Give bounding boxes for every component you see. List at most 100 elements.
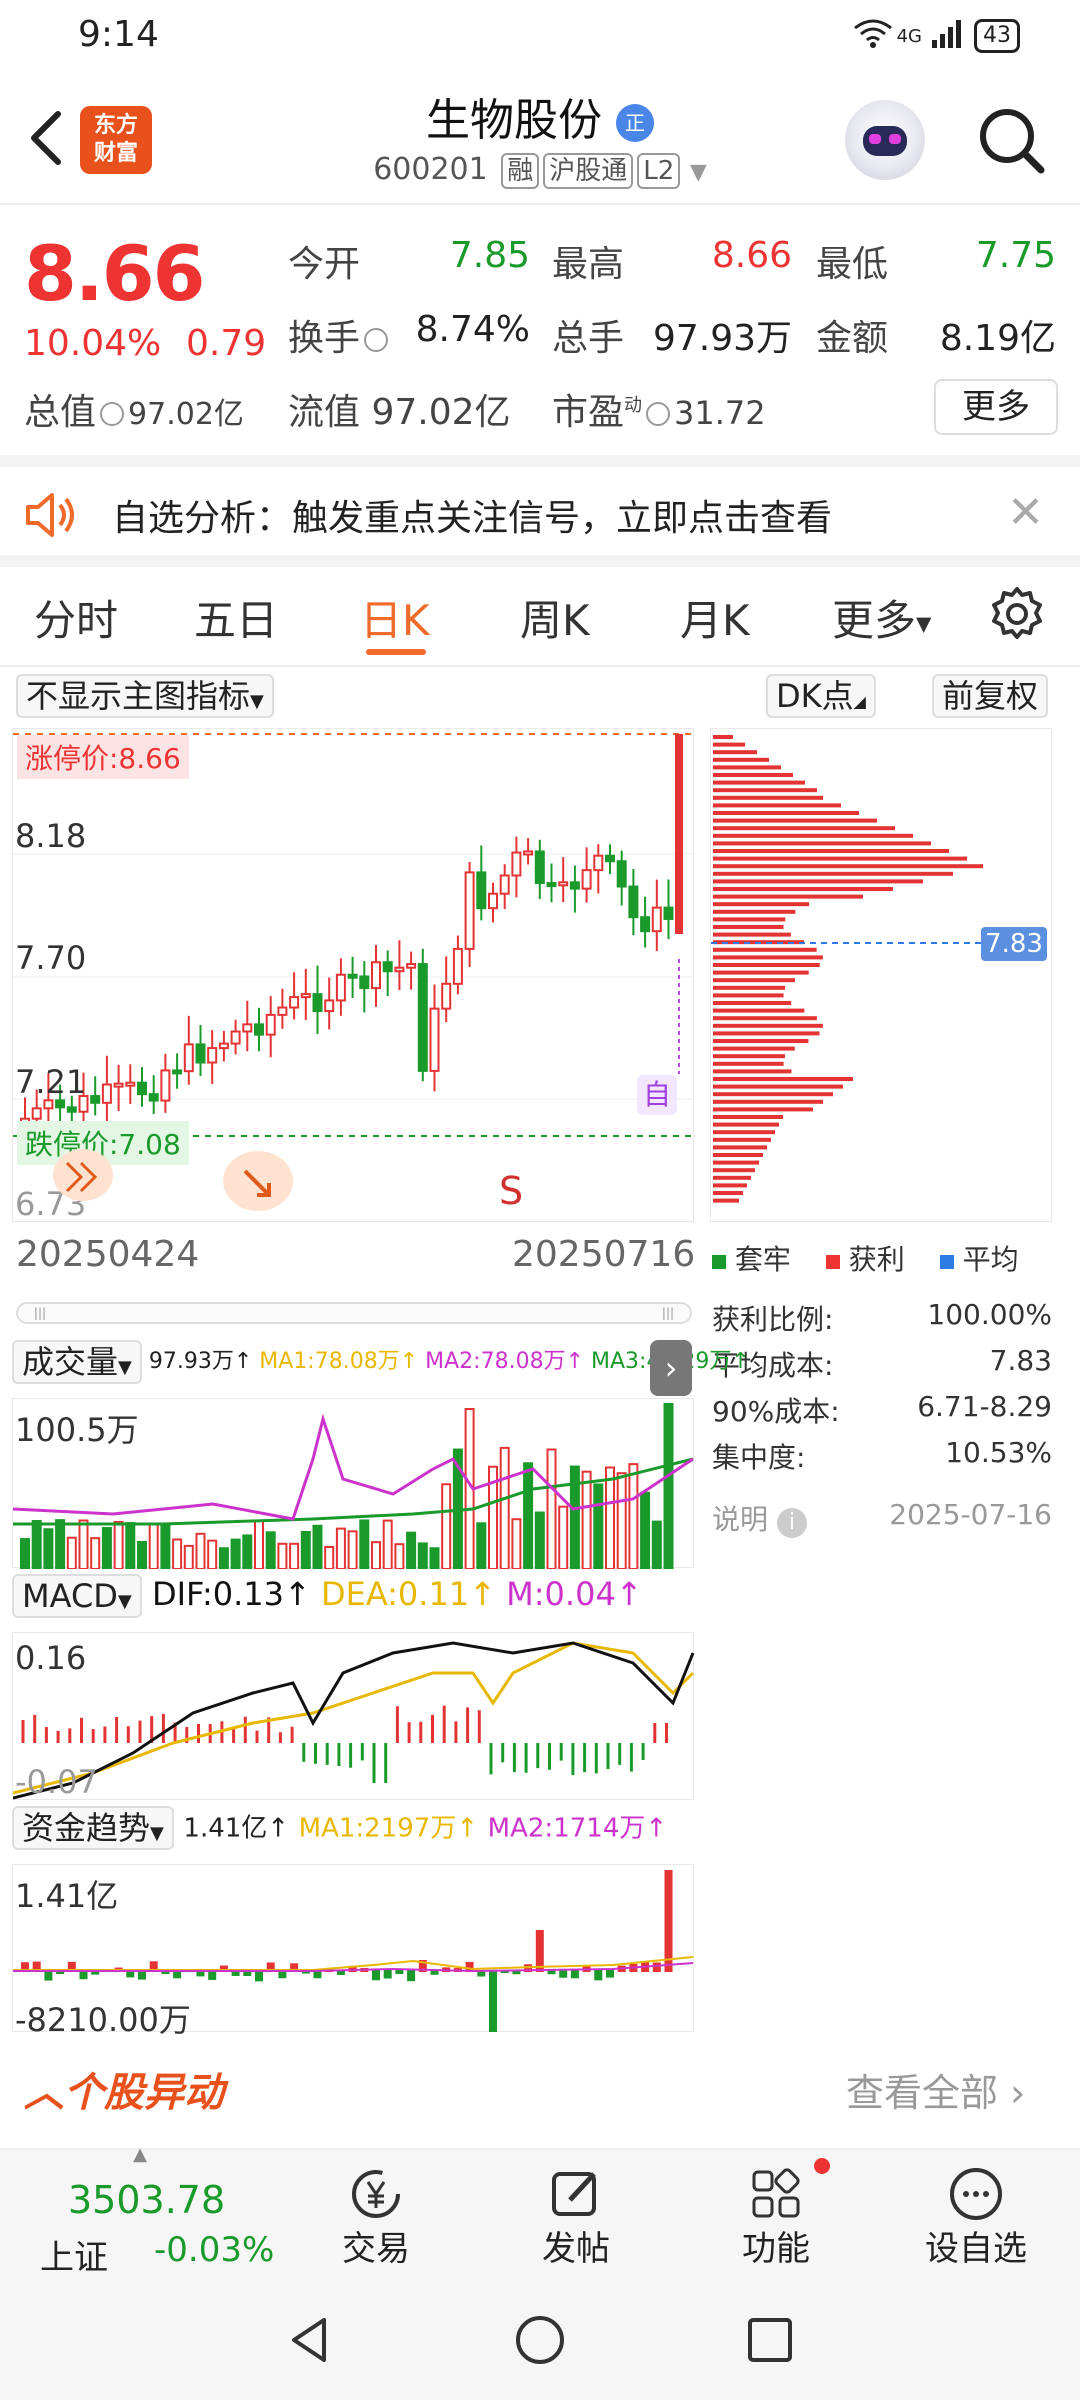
buy-marker[interactable]	[223, 1151, 293, 1211]
volume-bar	[499, 1446, 510, 1570]
candle-body	[172, 1069, 183, 1075]
view-all-link[interactable]: 查看全部 ›	[846, 2062, 1025, 2117]
candle-body	[43, 1099, 54, 1110]
volume-bar	[511, 1518, 522, 1570]
tab-daily-k[interactable]: 日K	[360, 587, 430, 648]
volume-bar	[242, 1534, 253, 1571]
index-ticker[interactable]: ▲ 3503.78 上证 -0.03%	[40, 2144, 300, 2282]
chip-bar	[713, 742, 745, 747]
chip-stat-label: 集中度:	[712, 1441, 806, 1474]
chip-bar	[713, 955, 823, 960]
recents-square-icon[interactable]	[740, 2310, 800, 2370]
macd-bars	[12, 1641, 695, 1800]
candle-body	[254, 1023, 264, 1036]
auto-badge[interactable]: 自	[637, 1075, 677, 1115]
notice-bar[interactable]: 自选分析：触发重点关注信号，立即点击查看 ✕	[0, 467, 1080, 563]
candle-body	[90, 1095, 101, 1104]
movement-section[interactable]: ︿个股异动	[24, 2060, 224, 2118]
nav-trade[interactable]: 交易	[296, 2150, 456, 2282]
nav-add-watchlist[interactable]: 设自选	[896, 2150, 1056, 2282]
volume-y-top: 100.5万	[15, 1411, 139, 1449]
assistant-avatar[interactable]	[845, 100, 925, 180]
scroll-handle-left[interactable]: |||	[22, 1306, 58, 1320]
volume-bar	[616, 1472, 627, 1570]
chip-distribution-chart[interactable]: 7.83	[710, 728, 1052, 1222]
tab-weekly-k[interactable]: 周K	[520, 587, 590, 648]
chip-note[interactable]: 说明 i	[712, 1498, 807, 1538]
macd-dif: DIF:0.13↑	[151, 1575, 311, 1613]
tab-five-day[interactable]: 五日	[194, 587, 278, 648]
volume-bar	[534, 1511, 545, 1570]
volume-select[interactable]: 成交量▼	[12, 1340, 142, 1384]
home-circle-icon[interactable]	[510, 2310, 570, 2370]
view-all-label: 查看全部	[846, 2071, 999, 2115]
fund-bar	[372, 1970, 380, 1981]
macd-select[interactable]: MACD▼	[12, 1574, 142, 1618]
info-icon[interactable]	[646, 402, 671, 426]
close-icon[interactable]: ✕	[1007, 487, 1044, 538]
scroll-handle-right[interactable]: |||	[650, 1306, 686, 1320]
nav-features[interactable]: 功能	[696, 2150, 856, 2282]
dk-point-toggle[interactable]: DK点◢	[766, 674, 876, 718]
volume-chart[interactable]: 100.5万	[12, 1398, 694, 1571]
chip-bar	[713, 826, 895, 831]
sell-marker[interactable]: S	[499, 1169, 523, 1213]
back-triangle-icon[interactable]	[280, 2310, 340, 2370]
chip-bar	[713, 773, 793, 777]
expand-indicators-button[interactable]: ›	[650, 1340, 692, 1396]
signal-marker[interactable]	[53, 1149, 113, 1201]
chip-bar	[713, 1175, 751, 1180]
search-button[interactable]	[975, 104, 1047, 176]
macd-dea: DEA:0.11↑	[320, 1575, 496, 1613]
candle-body	[137, 1081, 147, 1096]
candle-body	[675, 734, 683, 934]
volume-bar	[347, 1530, 358, 1570]
indicator-select[interactable]: 不显示主图指标▼	[16, 674, 274, 718]
fund-select[interactable]: 资金趋势▼	[12, 1806, 174, 1850]
time-range-scrollbar[interactable]: ||| |||	[16, 1302, 692, 1324]
kline-chart[interactable]: 涨停价:8.66 8.18 7.70 7.21 跌停价:7.08 6.73 自 …	[12, 728, 695, 1223]
open-value: 7.85	[449, 235, 530, 276]
info-icon[interactable]	[100, 402, 125, 426]
mktcap-label-text: 总值	[24, 392, 97, 433]
info-icon: i	[776, 1508, 807, 1538]
volume-bar	[55, 1519, 66, 1570]
chip-legend: 套牢 获利 平均	[712, 1238, 1019, 1278]
volume-ma2: MA2:78.08万↑	[425, 1349, 584, 1374]
chip-bar	[713, 1092, 833, 1097]
candle-body	[523, 850, 534, 856]
index-change: -0.03%	[154, 2230, 275, 2270]
adjust-select[interactable]: 前复权	[932, 674, 1049, 718]
fund-trend-chart[interactable]: 1.41亿 -8210.00万	[12, 1864, 694, 2039]
tab-more[interactable]: 更多▼	[832, 587, 931, 648]
info-icon[interactable]	[364, 328, 389, 352]
notice-text: 自选分析：触发重点关注信号，立即点击查看	[112, 498, 833, 539]
chip-note-label: 说明	[712, 1503, 769, 1536]
volume-select-label: 成交量	[22, 1343, 119, 1381]
tab-intraday[interactable]: 分时	[34, 587, 118, 648]
settings-button[interactable]	[988, 585, 1046, 643]
candle-body	[207, 1047, 218, 1064]
tab-monthly-k[interactable]: 月K	[680, 587, 750, 648]
candles	[20, 734, 683, 1161]
volume-bar	[651, 1520, 662, 1570]
nav-post[interactable]: 发帖	[496, 2150, 656, 2282]
chip-bar	[713, 917, 786, 922]
more-button[interactable]: 更多	[934, 379, 1058, 435]
candle-body	[335, 973, 346, 1002]
macd-chart[interactable]: 0.16 -0.07	[12, 1632, 695, 1801]
macd-dif-line	[12, 1641, 695, 1800]
volume-bar	[581, 1470, 592, 1570]
nav-features-label: 功能	[742, 2229, 810, 2269]
high-value: 8.66	[711, 235, 792, 276]
volume-bar	[640, 1491, 651, 1570]
chevron-right-icon: ›	[1010, 2071, 1026, 2115]
chevron-up-icon: ︿	[24, 2070, 64, 2116]
chip-bar	[713, 879, 923, 884]
divider	[0, 555, 1080, 567]
candle-body	[382, 961, 393, 973]
date-start: 20250424	[16, 1234, 200, 1275]
nav-post-label: 发帖	[542, 2229, 610, 2269]
chip-bar	[713, 1046, 795, 1051]
volume-bar	[172, 1538, 183, 1570]
